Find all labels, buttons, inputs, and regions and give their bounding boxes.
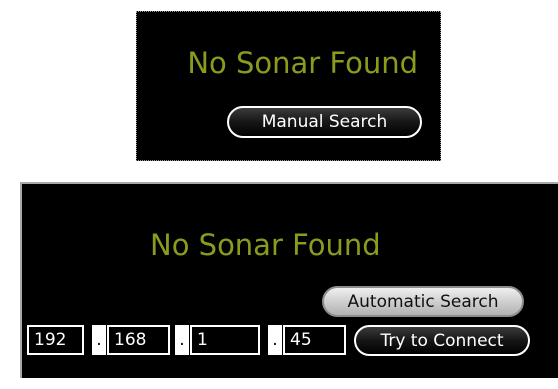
no-sonar-panel-automatic: No Sonar Found Automatic Search 192 . 16… <box>20 182 558 378</box>
ip-octet-2-input[interactable]: 168 <box>107 325 170 355</box>
try-to-connect-button[interactable]: Try to Connect <box>354 325 530 356</box>
sonar-connection-screens: No Sonar Found Manual Search No Sonar Fo… <box>0 0 558 389</box>
ip-separator: . <box>92 325 106 355</box>
ip-octet-1-input[interactable]: 192 <box>27 325 84 355</box>
manual-search-button[interactable]: Manual Search <box>227 106 422 138</box>
ip-separator: . <box>175 325 189 355</box>
ip-octet-3-input[interactable]: 1 <box>190 325 260 355</box>
status-message: No Sonar Found <box>150 228 381 262</box>
ip-octet-4-input[interactable]: 45 <box>283 325 346 355</box>
automatic-search-button[interactable]: Automatic Search <box>322 286 524 317</box>
status-message: No Sonar Found <box>187 46 418 80</box>
no-sonar-panel-manual: No Sonar Found Manual Search <box>136 11 441 161</box>
ip-separator: . <box>268 325 282 355</box>
